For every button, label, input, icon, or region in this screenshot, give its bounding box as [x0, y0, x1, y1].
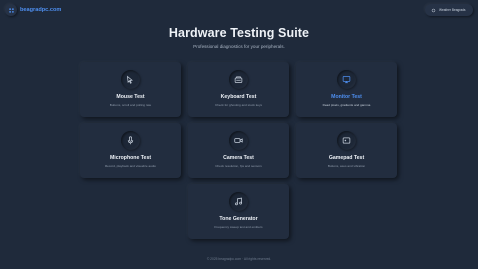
- card-description: Buttons, axes and vibration: [327, 164, 366, 168]
- microphone-icon: [121, 131, 140, 150]
- page-subtitle: Professional diagnostics for your periph…: [193, 44, 285, 49]
- card-title: Mouse Test: [116, 94, 145, 100]
- card-title: Gamepad Test: [328, 155, 365, 161]
- card-description: Frequency sweep test and emitters: [214, 225, 263, 229]
- card-camera-test[interactable]: Camera Test Check resolution, fps and se…: [188, 123, 289, 178]
- card-title: Monitor Test: [331, 94, 362, 100]
- sun-icon: [431, 8, 436, 13]
- card-title: Tone Generator: [219, 216, 258, 222]
- card-description: Check for ghosting and stuck keys: [214, 103, 263, 107]
- keyboard-icon: [229, 70, 248, 89]
- footer: © 2025 beagradpc.com · All rights reserv…: [206, 257, 272, 261]
- weather-button-label: Weather Beagrads: [439, 8, 466, 12]
- card-tone-generator[interactable]: Tone Generator Frequency sweep test and …: [188, 184, 289, 239]
- weather-button[interactable]: Weather Beagrads: [425, 4, 473, 16]
- card-title: Microphone Test: [109, 155, 152, 161]
- card-description: Record, playback and visualize audio: [104, 164, 157, 168]
- logo-icon: [5, 4, 17, 16]
- card-monitor-test[interactable]: Monitor Test Dead pixels, gradients and …: [296, 62, 397, 117]
- music-note-icon: [229, 192, 248, 211]
- monitor-icon: [337, 70, 356, 89]
- page-title: Hardware Testing Suite: [168, 26, 310, 40]
- card-microphone-test[interactable]: Microphone Test Record, playback and vis…: [80, 123, 181, 178]
- card-gamepad-test[interactable]: Gamepad Test Buttons, axes and vibration: [296, 123, 397, 178]
- card-title: Camera Test: [223, 155, 254, 161]
- logo[interactable]: beagradpc.com: [5, 4, 61, 16]
- card-description: Buttons, scroll and polling rate: [109, 103, 152, 107]
- header: beagradpc.com Weather Beagrads: [0, 0, 478, 22]
- card-mouse-test[interactable]: Mouse Test Buttons, scroll and polling r…: [80, 62, 181, 117]
- camera-icon: [229, 131, 248, 150]
- card-title: Keyboard Test: [220, 94, 257, 100]
- card-keyboard-test[interactable]: Keyboard Test Check for ghosting and stu…: [188, 62, 289, 117]
- card-description: Check resolution, fps and sensors: [215, 164, 262, 168]
- logo-text: beagradpc.com: [20, 7, 62, 13]
- gamepad-icon: [337, 131, 356, 150]
- mouse-icon: [121, 70, 140, 89]
- card-description: Dead pixels, gradients and gamma: [322, 103, 371, 107]
